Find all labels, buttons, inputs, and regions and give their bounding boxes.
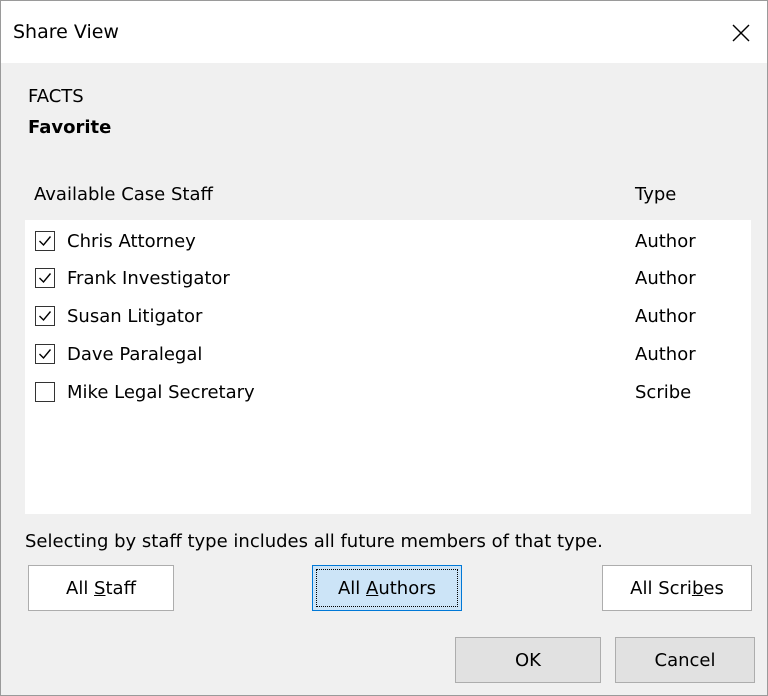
staff-name: Dave Paralegal bbox=[67, 344, 203, 365]
checkmark-icon bbox=[39, 273, 52, 284]
checkmark-icon bbox=[39, 349, 52, 360]
staff-checkbox[interactable] bbox=[35, 231, 55, 251]
column-header-staff: Available Case Staff bbox=[34, 184, 213, 205]
staff-checkbox[interactable] bbox=[35, 268, 55, 288]
staff-type-hint: Selecting by staff type includes all fut… bbox=[25, 531, 603, 552]
all-staff-label: All Staff bbox=[66, 577, 136, 599]
all-scribes-button[interactable]: All Scribes bbox=[602, 565, 752, 611]
view-name: Favorite bbox=[28, 117, 112, 138]
staff-row[interactable]: Chris Attorney Author bbox=[25, 222, 751, 260]
staff-row[interactable]: Mike Legal Secretary Scribe bbox=[25, 373, 751, 411]
checkmark-icon bbox=[39, 311, 52, 322]
all-staff-button[interactable]: All Staff bbox=[28, 565, 174, 611]
staff-type: Author bbox=[635, 231, 696, 252]
staff-row[interactable]: Susan Litigator Author bbox=[25, 297, 751, 335]
checkmark-icon bbox=[39, 236, 52, 247]
staff-type: Scribe bbox=[635, 382, 692, 403]
staff-checkbox[interactable] bbox=[35, 382, 55, 402]
close-button[interactable] bbox=[721, 15, 761, 51]
all-scribes-label: All Scribes bbox=[630, 577, 724, 599]
staff-name: Chris Attorney bbox=[67, 231, 196, 252]
staff-type: Author bbox=[635, 344, 696, 365]
staff-name: Susan Litigator bbox=[67, 306, 203, 327]
all-authors-button[interactable]: All Authors bbox=[312, 565, 462, 611]
staff-name: Frank Investigator bbox=[67, 268, 230, 289]
column-header-type: Type bbox=[635, 184, 677, 205]
dialog-title: Share View bbox=[13, 21, 119, 43]
title-bar: Share View bbox=[1, 1, 767, 63]
close-icon bbox=[732, 24, 750, 42]
share-view-dialog: Share View FACTS Favorite Available Case… bbox=[0, 0, 768, 696]
ok-button[interactable]: OK bbox=[455, 637, 601, 683]
cancel-button[interactable]: Cancel bbox=[615, 637, 755, 683]
staff-name: Mike Legal Secretary bbox=[67, 382, 255, 403]
case-name: FACTS bbox=[28, 86, 84, 107]
focus-ring bbox=[316, 569, 458, 607]
staff-list: Chris Attorney Author Frank Investigator… bbox=[25, 220, 751, 514]
staff-checkbox[interactable] bbox=[35, 344, 55, 364]
staff-checkbox[interactable] bbox=[35, 306, 55, 326]
staff-type: Author bbox=[635, 306, 696, 327]
staff-type: Author bbox=[635, 268, 696, 289]
staff-row[interactable]: Dave Paralegal Author bbox=[25, 335, 751, 373]
staff-row[interactable]: Frank Investigator Author bbox=[25, 259, 751, 297]
